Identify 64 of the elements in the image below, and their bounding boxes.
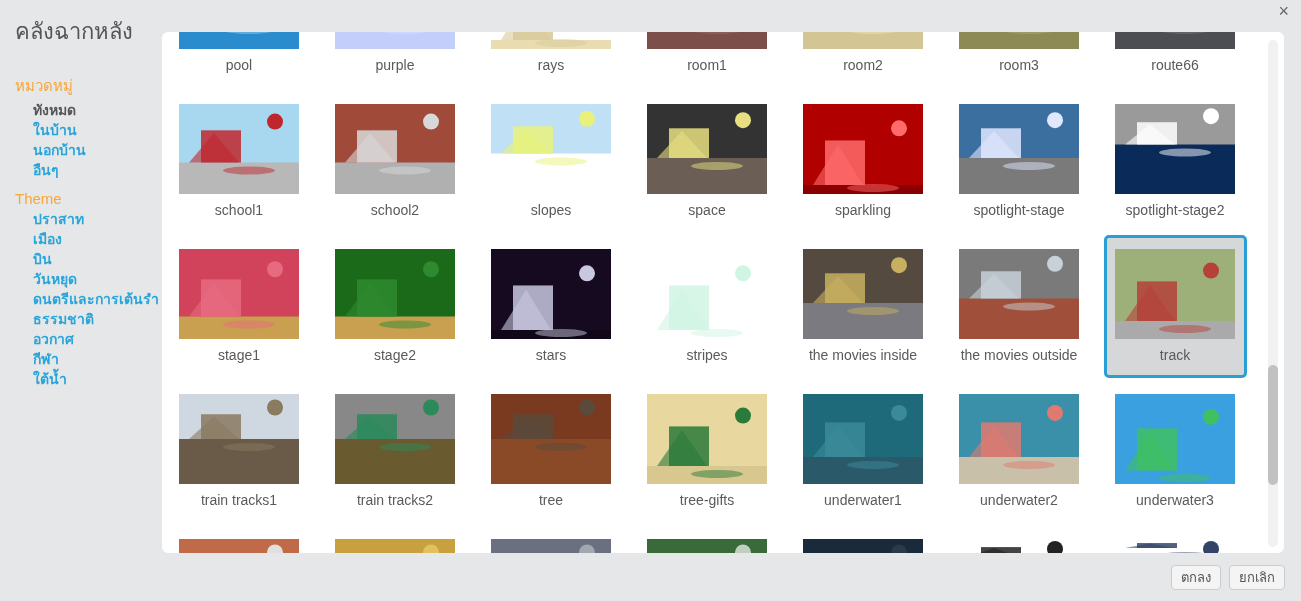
backdrop-name: train tracks1 xyxy=(199,492,279,508)
backdrop-tile[interactable]: room1 xyxy=(636,32,779,88)
backdrop-tile[interactable]: train tracks2 xyxy=(324,380,467,523)
backdrop-name: purple xyxy=(374,57,416,73)
backdrop-tile[interactable]: stripes xyxy=(636,235,779,378)
backdrop-name: underwater2 xyxy=(979,492,1059,508)
backdrop-tile[interactable]: space xyxy=(636,90,779,233)
cancel-button[interactable]: ยกเลิก xyxy=(1229,565,1285,590)
backdrop-tile[interactable]: tree xyxy=(480,380,623,523)
backdrop-tile[interactable]: school1 xyxy=(168,90,311,233)
backdrop-tile[interactable]: underwater3 xyxy=(1104,380,1247,523)
backdrop-name: room1 xyxy=(686,57,728,73)
backdrop-tile[interactable]: underwater2 xyxy=(948,380,1091,523)
scrollbar-thumb[interactable] xyxy=(1268,365,1278,485)
backdrop-name: tree-gifts xyxy=(678,492,736,508)
backdrop-tile[interactable]: room3 xyxy=(948,32,1091,88)
backdrop-name: sparkling xyxy=(834,202,892,218)
backdrop-tile[interactable]: tree-gifts xyxy=(636,380,779,523)
backdrop-name: underwater1 xyxy=(823,492,903,508)
backdrop-name: the movies outside xyxy=(959,347,1079,363)
backdrop-name: stars xyxy=(534,347,568,363)
backdrop-name: school2 xyxy=(369,202,421,218)
backdrop-tile[interactable]: stage1 xyxy=(168,235,311,378)
category-heading: Theme xyxy=(15,190,63,207)
backdrop-tile[interactable]: track xyxy=(1104,235,1247,378)
backdrop-tile[interactable]: room2 xyxy=(792,32,935,88)
backdrop-name: stripes xyxy=(685,347,729,363)
backdrop-name: spotlight-stage xyxy=(972,202,1066,218)
backdrop-tile[interactable]: purple xyxy=(324,32,467,88)
backdrop-tile[interactable]: stars xyxy=(480,235,623,378)
backdrop-tile[interactable]: spotlight-stage xyxy=(948,90,1091,233)
backdrop-name: room2 xyxy=(842,57,884,73)
backdrop-name: room3 xyxy=(998,57,1040,73)
backdrop-tile[interactable]: pool xyxy=(168,32,311,88)
close-button[interactable]: × xyxy=(1278,1,1289,22)
backdrop-name: slopes xyxy=(529,202,573,218)
backdrop-tile[interactable]: the movies inside xyxy=(792,235,935,378)
backdrop-tile[interactable]: stage2 xyxy=(324,235,467,378)
backdrop-tile[interactable]: sparkling xyxy=(792,90,935,233)
backdrop-name: route66 xyxy=(1150,57,1200,73)
backdrop-tile[interactable]: spotlight-stage2 xyxy=(1104,90,1247,233)
dialog-title: คลังฉากหลัง xyxy=(15,18,133,46)
backdrop-name: stage2 xyxy=(372,347,417,363)
backdrop-tile[interactable]: rays xyxy=(480,32,623,88)
category-heading: หมวดหมู่ xyxy=(15,76,74,97)
backdrop-name: track xyxy=(1158,347,1192,363)
backdrop-tile[interactable]: school2 xyxy=(324,90,467,233)
backdrop-tile[interactable]: the movies outside xyxy=(948,235,1091,378)
backdrop-tile[interactable]: route66 xyxy=(1104,32,1247,88)
backdrop-name: the movies inside xyxy=(807,347,919,363)
ok-button[interactable]: ตกลง xyxy=(1171,565,1221,590)
backdrop-name: underwater3 xyxy=(1135,492,1215,508)
backdrop-name: spotlight-stage2 xyxy=(1124,202,1226,218)
backdrop-name: space xyxy=(687,202,727,218)
backdrop-tile[interactable]: slopes xyxy=(480,90,623,233)
backdrop-tile[interactable]: underwater1 xyxy=(792,380,935,523)
backdrop-name: school1 xyxy=(213,202,265,218)
backdrop-name: train tracks2 xyxy=(355,492,435,508)
backdrop-tile[interactable]: train tracks1 xyxy=(168,380,311,523)
backdrop-name: tree xyxy=(537,492,565,508)
category-link[interactable]: ทังหมด xyxy=(33,100,162,120)
backdrop-name: stage1 xyxy=(216,347,261,363)
backdrop-name: rays xyxy=(536,57,566,73)
backdrop-name: pool xyxy=(224,57,254,73)
